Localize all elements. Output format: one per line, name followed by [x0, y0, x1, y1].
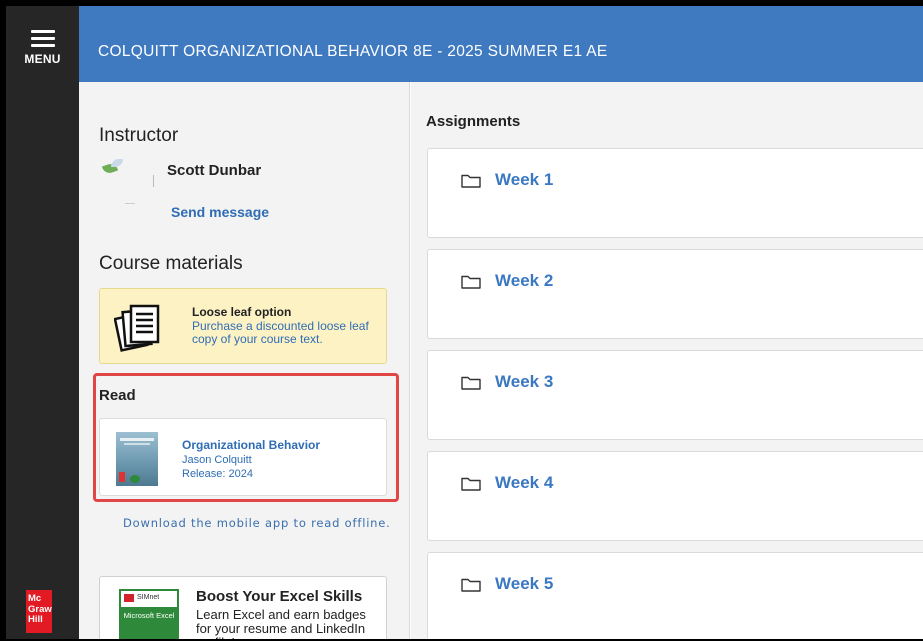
folder-icon	[461, 174, 481, 188]
excel-title: Boost Your Excel Skills	[196, 588, 363, 605]
documents-icon	[114, 304, 160, 352]
folder-icon	[461, 275, 481, 289]
week-card[interactable]: Week 2	[427, 249, 923, 339]
folder-icon	[461, 376, 481, 390]
assignments-heading: Assignments	[426, 113, 521, 130]
menu-label: MENU	[24, 52, 61, 66]
week-label[interactable]: Week 2	[495, 271, 553, 291]
loose-leaf-title: Loose leaf option	[192, 305, 292, 319]
read-heading: Read	[99, 387, 136, 404]
week-card[interactable]: Week 3	[427, 350, 923, 440]
week-label[interactable]: Week 1	[495, 170, 553, 190]
folder-icon	[461, 578, 481, 592]
send-message-link[interactable]: Send message	[171, 204, 269, 220]
folder-icon	[461, 477, 481, 491]
book-release: Release: 2024	[182, 468, 253, 480]
book-cover	[116, 432, 158, 486]
simnet-icon	[124, 594, 134, 602]
book-title[interactable]: Organizational Behavior	[182, 438, 320, 452]
excel-badge: SIMnet Microsoft Excel	[119, 589, 179, 639]
instructor-avatar	[101, 158, 125, 180]
avatar-underline	[125, 203, 135, 204]
week-label[interactable]: Week 5	[495, 574, 553, 594]
course-header: COLQUITT ORGANIZATIONAL BEHAVIOR 8E - 20…	[79, 6, 923, 82]
loose-leaf-description[interactable]: Purchase a discounted loose leaf copy of…	[192, 320, 372, 345]
excel-promo-card[interactable]: SIMnet Microsoft Excel Boost Your Excel …	[99, 576, 387, 639]
mcgraw-hill-logo[interactable]: Mc Graw Hill	[26, 590, 52, 633]
course-materials-heading: Course materials	[99, 253, 243, 274]
book-author: Jason Colquitt	[182, 454, 252, 466]
week-card[interactable]: Week 4	[427, 451, 923, 541]
week-label[interactable]: Week 4	[495, 473, 553, 493]
app-frame: MENU Mc Graw Hill COLQUITT ORGANIZATIONA…	[6, 6, 923, 639]
menu-button[interactable]: MENU	[6, 20, 79, 78]
instructor-heading: Instructor	[99, 125, 179, 146]
left-rail: MENU Mc Graw Hill	[6, 6, 79, 639]
week-card[interactable]: Week 1	[427, 148, 923, 238]
mobile-app-link[interactable]: Download the mobile app to read offline.	[123, 517, 393, 530]
excel-badge-body: Microsoft Excel	[121, 607, 177, 639]
excel-description: Learn Excel and earn badges for your res…	[196, 607, 366, 640]
ebook-card[interactable]: Organizational Behavior Jason Colquitt R…	[99, 418, 387, 496]
assignments-panel: Assignments Week 1 Week 2 Week 3 Week 4 …	[411, 82, 923, 639]
course-title: COLQUITT ORGANIZATIONAL BEHAVIOR 8E - 20…	[98, 43, 608, 60]
loose-leaf-card[interactable]: Loose leaf option Purchase a discounted …	[99, 288, 387, 364]
week-label[interactable]: Week 3	[495, 372, 553, 392]
avatar-divider	[153, 175, 154, 187]
hamburger-icon	[30, 30, 55, 48]
instructor-name: Scott Dunbar	[167, 162, 262, 179]
sidebar: Instructor Scott Dunbar Send message Cou…	[79, 82, 410, 639]
week-card[interactable]: Week 5	[427, 552, 923, 639]
